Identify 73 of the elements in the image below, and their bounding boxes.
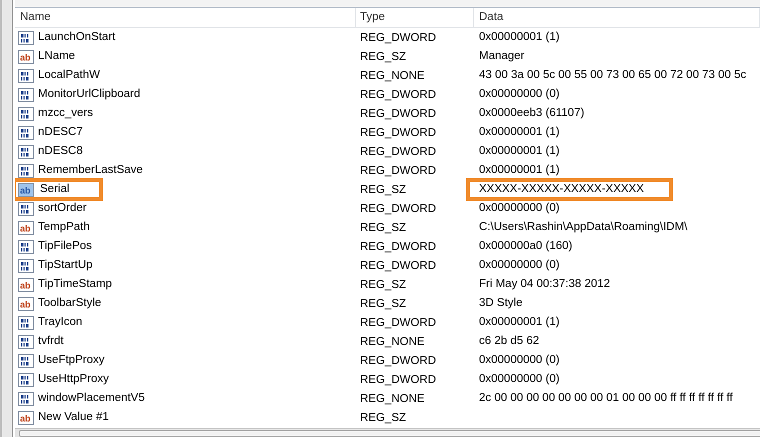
value-name[interactable]: LocalPathW: [36, 68, 102, 83]
value-name[interactable]: UseFtpProxy: [36, 353, 106, 368]
horizontal-scrollbar[interactable]: [15, 428, 760, 437]
value-name[interactable]: LName: [36, 49, 78, 64]
value-name[interactable]: nDESC7: [36, 125, 85, 140]
column-header[interactable]: Name: [15, 8, 356, 27]
value-type: REG_SZ: [360, 412, 406, 424]
value-data: 0x00000001 (1): [479, 163, 560, 178]
value-data: 0x00000000 (0): [479, 258, 560, 273]
value-data: 0x000000a0 (160): [479, 239, 572, 254]
value-type: REG_SZ: [360, 298, 406, 310]
column-header[interactable]: Data: [474, 8, 760, 27]
string-value-icon: ab: [18, 182, 34, 198]
value-type: REG_DWORD: [360, 316, 436, 328]
value-type: REG_DWORD: [360, 126, 436, 138]
value-name[interactable]: TipFilePos: [36, 239, 94, 254]
value-type: REG_DWORD: [360, 164, 436, 176]
value-data: 0x00000001 (1): [479, 144, 560, 159]
value-type: REG_DWORD: [360, 108, 436, 120]
value-type: REG_DWORD: [360, 88, 436, 100]
value-type: REG_DWORD: [360, 354, 436, 366]
value-data: 0x00000000 (0): [479, 372, 560, 387]
value-type: REG_DWORD: [360, 240, 436, 252]
value-data: 0x00000001 (1): [479, 315, 560, 330]
value-name[interactable]: ToolbarStyle: [36, 296, 104, 311]
value-data: 0x00000000 (0): [479, 353, 560, 368]
value-name[interactable]: nDESC8: [36, 144, 85, 159]
value-name[interactable]: LaunchOnStart: [36, 30, 118, 45]
string-value-icon: ab: [18, 48, 34, 64]
value-data: Manager: [479, 49, 524, 64]
column-header[interactable]: Type: [356, 8, 474, 27]
value-type: REG_SZ: [360, 222, 406, 234]
value-data: 0x0000eeb3 (61107): [479, 106, 584, 121]
value-type: REG_NONE: [360, 70, 425, 82]
value-name[interactable]: TipStartUp: [36, 258, 95, 273]
value-name[interactable]: windowPlacementV5: [36, 391, 147, 406]
value-name[interactable]: mzcc_vers: [36, 106, 95, 121]
value-name[interactable]: sortOrder: [36, 201, 89, 216]
value-data: 3D Style: [479, 296, 522, 311]
value-name[interactable]: MonitorUrlClipboard: [36, 87, 142, 102]
value-data: 0x00000000 (0): [479, 87, 560, 102]
string-value-icon: ab: [18, 276, 34, 292]
scrollbar-thumb[interactable]: [19, 430, 760, 437]
value-data: 0x00000001 (1): [479, 30, 560, 45]
value-type: REG_SZ: [360, 184, 406, 196]
string-value-icon: ab: [18, 296, 34, 312]
value-type: REG_SZ: [360, 50, 406, 62]
value-name[interactable]: New Value #1: [36, 410, 111, 425]
string-value-icon: ab: [18, 410, 34, 426]
value-type: REG_DWORD: [360, 146, 436, 158]
value-data: 43 00 3a 00 5c 00 55 00 73 00 65 00 72 00 73 00 5c: [479, 68, 746, 83]
value-name[interactable]: UseHttpProxy: [36, 372, 111, 387]
value-data: c6 2b d5 62: [479, 334, 540, 349]
value-name[interactable]: Serial: [38, 183, 72, 195]
value-data: 0x00000000 (0): [479, 201, 560, 216]
value-type: REG_DWORD: [360, 202, 436, 214]
value-type: REG_NONE: [360, 336, 425, 348]
value-name[interactable]: TempPath: [36, 220, 92, 235]
value-name[interactable]: TrayIcon: [36, 315, 84, 330]
value-type: REG_DWORD: [360, 260, 436, 272]
value-data: Fri May 04 00:37:38 2012: [479, 277, 610, 292]
value-data: 2c 00 00 00 00 00 00 00 01 00 00 00 ff ff ff ff ff ff ff: [479, 391, 733, 406]
value-type: REG_SZ: [360, 278, 406, 290]
value-data: 0x00000001 (1): [479, 125, 560, 140]
value-data: C:\Users\Rashin\AppData\Roaming\IDM\: [479, 220, 688, 235]
value-type: REG_DWORD: [360, 32, 436, 44]
value-data: XXXXX-XXXXX-XXXXX-XXXXX: [479, 182, 644, 197]
value-name[interactable]: RememberLastSave: [36, 163, 145, 178]
value-name[interactable]: TipTimeStamp: [36, 277, 114, 292]
value-type: REG_NONE: [360, 392, 425, 404]
string-value-icon: ab: [18, 220, 34, 236]
value-name[interactable]: tvfrdt: [36, 334, 66, 349]
value-type: REG_DWORD: [360, 374, 436, 386]
